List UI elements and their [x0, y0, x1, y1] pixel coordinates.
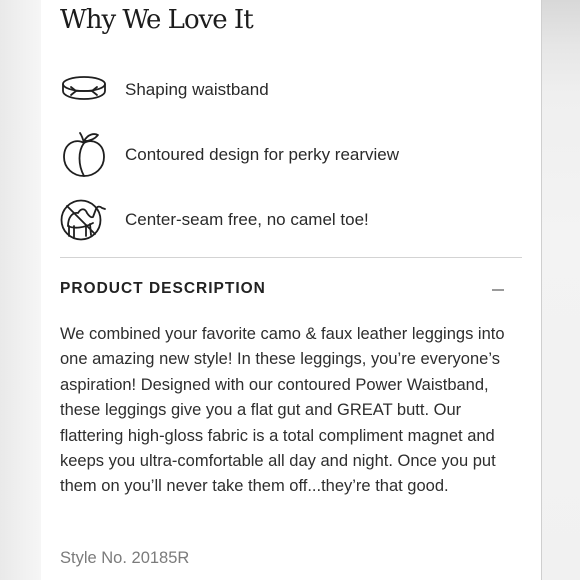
style-number: Style No. 20185R	[60, 549, 190, 567]
minus-icon[interactable]	[492, 289, 504, 291]
feature-item-waistband: Shaping waistband	[60, 66, 520, 114]
section-divider	[60, 257, 522, 258]
feature-label: Shaping waistband	[125, 80, 269, 99]
peach-icon	[60, 131, 108, 179]
feature-label: Contoured design for perky rearview	[125, 145, 400, 164]
product-description-title: PRODUCT DESCRIPTION	[60, 280, 266, 297]
no-camel-icon	[60, 196, 108, 244]
section-title: Why We Love It	[60, 5, 254, 35]
product-details-panel: Why We Love It Shaping waistband Contour…	[41, 0, 541, 580]
background-right	[541, 0, 580, 580]
product-description-header[interactable]: PRODUCT DESCRIPTION	[60, 278, 522, 302]
feature-item-seam-free: Center-seam free, no camel toe!	[60, 196, 520, 244]
feature-label: Center-seam free, no camel toe!	[125, 210, 369, 229]
background-left	[0, 0, 41, 580]
product-description-text: We combined your favorite camo & faux le…	[60, 325, 505, 496]
feature-item-contoured: Contoured design for perky rearview	[60, 131, 520, 179]
waistband-icon	[60, 66, 108, 114]
